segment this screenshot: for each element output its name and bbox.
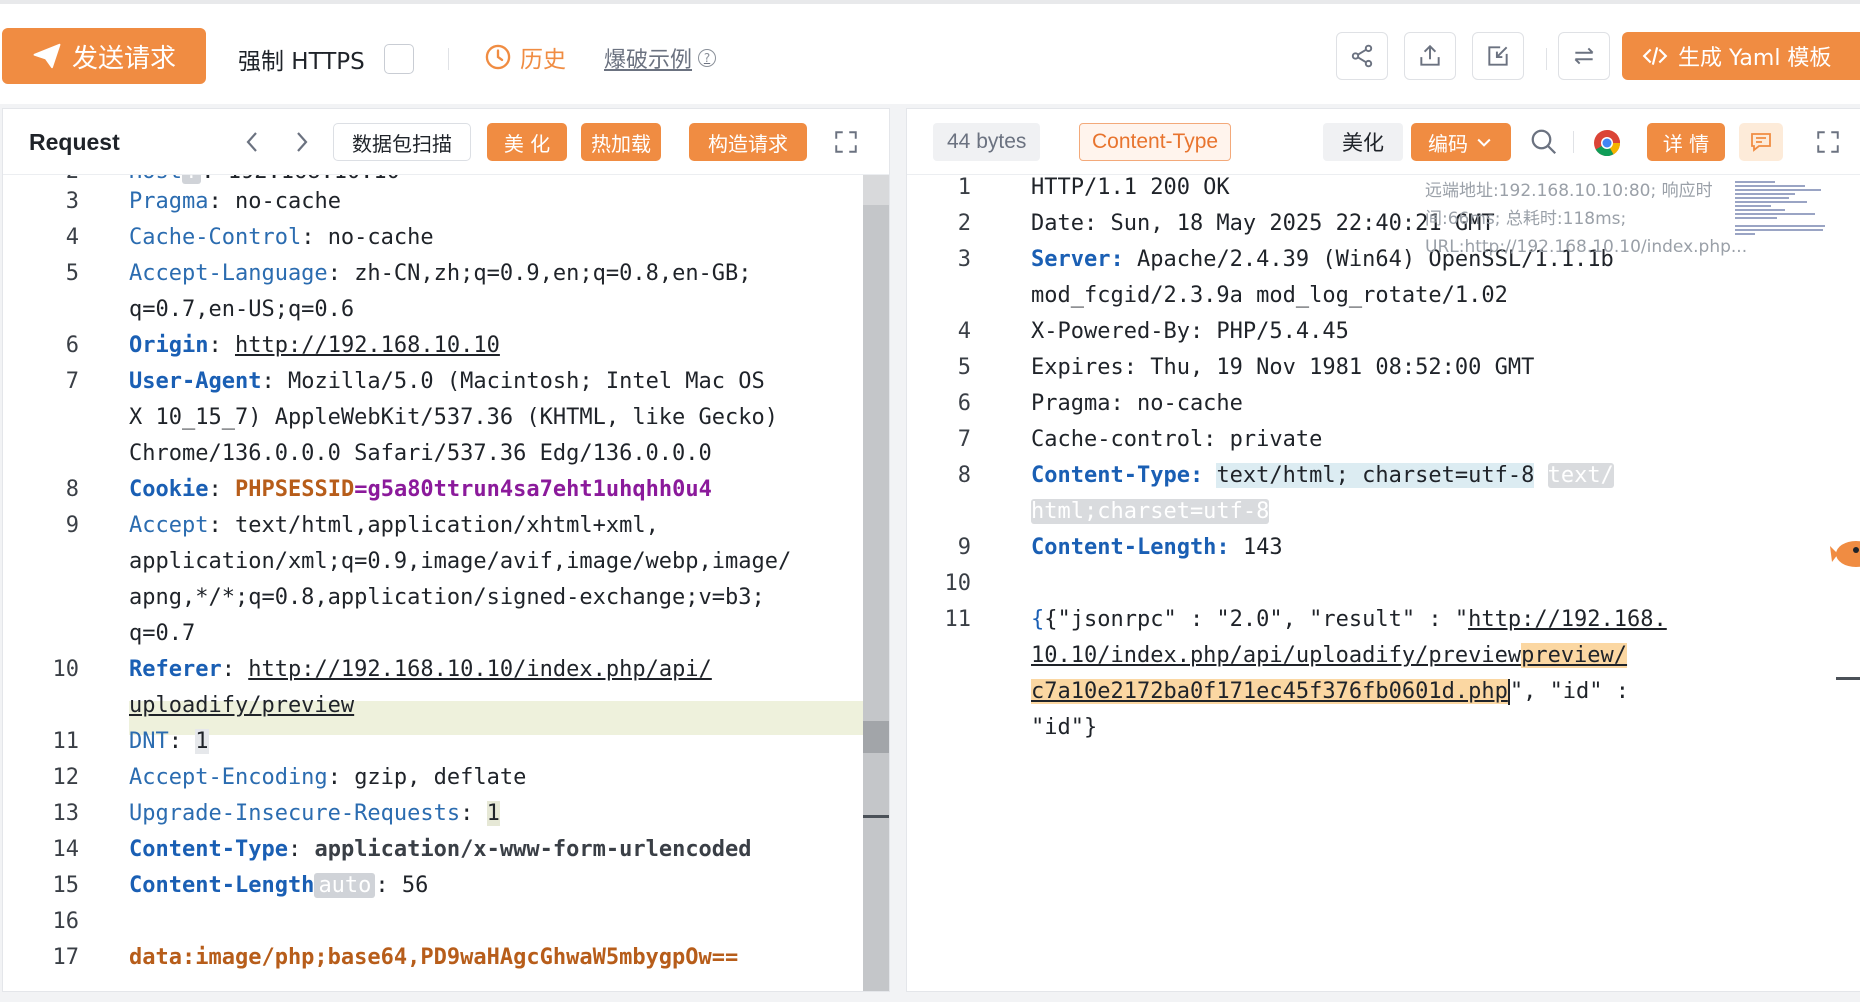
- request-panel: Request 数据包扫描 美 化 热加载 构造请求 2 Host?: 192.…: [2, 108, 890, 992]
- send-icon: [33, 43, 61, 69]
- swap-arrows-icon: [1574, 47, 1594, 65]
- scroll-marker: [863, 815, 889, 818]
- upload-icon: [1420, 44, 1440, 66]
- search-button[interactable]: [1529, 127, 1559, 157]
- expand-icon: [1817, 131, 1839, 153]
- search-icon: [1531, 129, 1557, 155]
- response-panel-header: 44 bytes Content-Type 美化 编码 详 情: [907, 109, 1860, 175]
- clock-icon: [485, 44, 511, 70]
- response-beautify-button[interactable]: 美化: [1323, 123, 1403, 161]
- request-expand-button[interactable]: [833, 129, 859, 155]
- import-button[interactable]: [1472, 32, 1524, 80]
- encode-label: 编码: [1428, 131, 1468, 156]
- prev-arrow-button[interactable]: [241, 129, 265, 155]
- top-toolbar: 发送请求 强制 HTTPS 历史 爆破示例 ? 生成 Yaml 模板: [0, 0, 1860, 104]
- toolbar-divider: [1546, 48, 1547, 70]
- export-button[interactable]: [1404, 32, 1456, 80]
- request-title: Request: [29, 129, 120, 155]
- request-editor[interactable]: 2 Host?: 192.168.10.10 3 Pragma: no-cach…: [3, 175, 889, 991]
- code-icon: [1642, 47, 1668, 65]
- force-https-label: 强制 HTTPS: [238, 49, 365, 75]
- message-icon: [1751, 133, 1771, 152]
- encode-dropdown[interactable]: 编码: [1411, 123, 1511, 161]
- chevron-down-icon: [1477, 138, 1491, 147]
- response-expand-button[interactable]: [1815, 129, 1841, 155]
- send-request-button[interactable]: 发送请求: [2, 28, 206, 84]
- force-https-checkbox[interactable]: [384, 44, 414, 74]
- packet-scan-button[interactable]: 数据包扫描: [333, 123, 471, 161]
- import-icon: [1488, 46, 1508, 66]
- swap-button[interactable]: [1558, 32, 1610, 80]
- history-button[interactable]: 历史: [484, 40, 566, 74]
- history-label: 历史: [520, 47, 566, 73]
- comment-button[interactable]: [1739, 123, 1783, 161]
- mascot-fish-icon: [1830, 541, 1860, 567]
- send-request-label: 发送请求: [71, 43, 176, 74]
- help-icon: ?: [698, 49, 717, 67]
- expand-icon: [835, 131, 857, 153]
- request-scrollbar-thumb[interactable]: [863, 175, 889, 205]
- detail-button[interactable]: 详 情: [1647, 123, 1725, 161]
- generate-yaml-label: 生成 Yaml 模板: [1678, 46, 1832, 71]
- chevron-right-icon: [297, 132, 308, 152]
- remote-info-overlay: 远端地址:192.168.10.10:80; 响应时间:66ms; 总耗时:11…: [1425, 181, 1748, 257]
- blast-example-label: 爆破示例: [604, 48, 693, 73]
- response-panel: 44 bytes Content-Type 美化 编码 详 情 1 HTTP/1: [906, 108, 1860, 992]
- share-icon: [1351, 44, 1373, 68]
- chrome-browser-icon[interactable]: [1593, 129, 1621, 157]
- scroll-marker: [863, 721, 889, 753]
- auto-length-tag: auto: [314, 873, 376, 898]
- generate-yaml-button[interactable]: 生成 Yaml 模板: [1622, 32, 1860, 80]
- hot-reload-button[interactable]: 热加载: [581, 123, 661, 161]
- construct-request-button[interactable]: 构造请求: [689, 123, 807, 161]
- request-scrollbar[interactable]: [863, 175, 889, 991]
- share-button[interactable]: [1336, 32, 1388, 80]
- toolbar-divider: [448, 48, 449, 70]
- response-size-badge: 44 bytes: [933, 123, 1041, 161]
- response-viewer[interactable]: 1 HTTP/1.1 200 OK 2 Date: Sun, 18 May 20…: [907, 175, 1860, 991]
- content-type-tag[interactable]: Content-Type: [1079, 123, 1232, 161]
- request-panel-header: Request 数据包扫描 美 化 热加载 构造请求: [3, 109, 889, 175]
- header-divider: [1573, 131, 1574, 153]
- request-beautify-button[interactable]: 美 化: [487, 123, 567, 161]
- response-minimap[interactable]: [1735, 179, 1831, 239]
- next-arrow-button[interactable]: [289, 129, 313, 155]
- blast-example-link[interactable]: 爆破示例 ?: [604, 42, 717, 74]
- chevron-left-icon: [246, 132, 257, 152]
- scroll-marker: [1836, 677, 1860, 680]
